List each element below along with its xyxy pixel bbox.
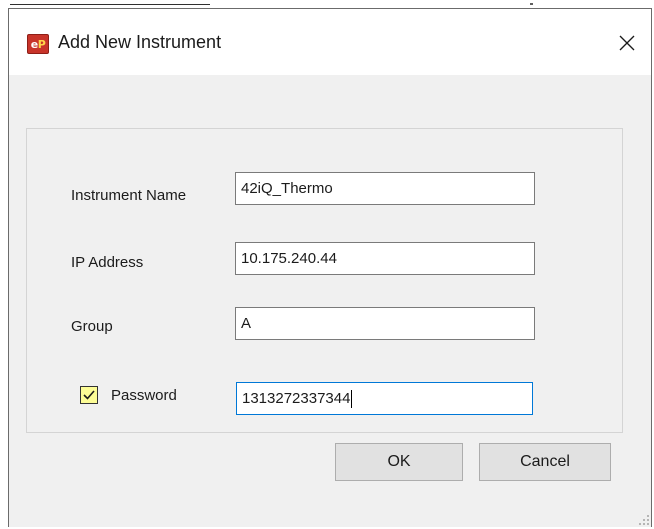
- background-text-fragment: [530, 3, 533, 5]
- dialog-title: Add New Instrument: [58, 32, 222, 52]
- instrument-name-input[interactable]: 42iQ_Thermo: [235, 172, 535, 205]
- add-instrument-dialog: eP Add New Instrument Instrument Name 42…: [8, 8, 652, 527]
- app-logo-letter-p: P: [37, 37, 46, 51]
- ip-address-input[interactable]: 10.175.240.44: [235, 242, 535, 275]
- password-input[interactable]: 1313272337344: [236, 382, 533, 415]
- group-label: Group: [71, 318, 113, 335]
- password-checkbox[interactable]: [80, 386, 98, 404]
- text-caret: [351, 390, 353, 409]
- ok-button[interactable]: OK: [335, 443, 463, 481]
- ip-address-value: 10.175.240.44: [241, 250, 337, 267]
- group-input[interactable]: A: [235, 307, 535, 340]
- cancel-button[interactable]: Cancel: [479, 443, 611, 481]
- close-icon: [619, 35, 635, 51]
- resize-grip-icon[interactable]: [637, 513, 649, 525]
- background-link-underline: [10, 4, 210, 5]
- instrument-name-label: Instrument Name: [71, 187, 187, 204]
- instrument-name-value: 42iQ_Thermo: [241, 180, 333, 197]
- ip-address-label: IP Address: [71, 254, 144, 271]
- title-bar: eP Add New Instrument: [9, 9, 651, 75]
- app-logo-icon: eP: [27, 34, 49, 54]
- app-logo-letter-e: e: [30, 37, 38, 51]
- close-button[interactable]: [607, 23, 647, 63]
- checkmark-icon: [83, 390, 95, 400]
- group-value: A: [241, 315, 252, 332]
- password-value: 1313272337344: [242, 390, 351, 407]
- password-label: Password: [111, 387, 177, 404]
- background-window-strip: [0, 0, 654, 8]
